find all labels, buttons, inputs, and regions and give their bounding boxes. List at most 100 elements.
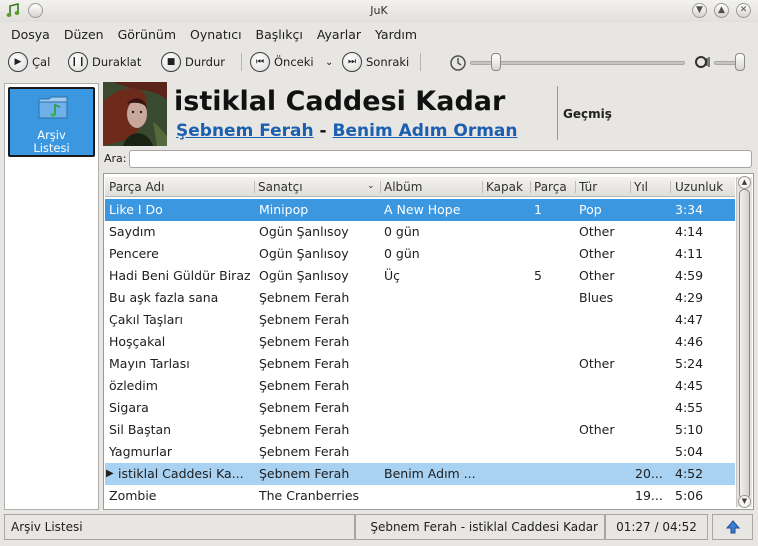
- menu-oynatici[interactable]: Oynatıcı: [183, 27, 249, 42]
- column-separator[interactable]: [575, 181, 576, 193]
- cell-artist: Şebnem Ferah: [259, 378, 350, 393]
- status-now-playing: Şebnem Ferah - istiklal Caddesi Kadar: [355, 514, 605, 540]
- track-position-handle[interactable]: [490, 53, 501, 71]
- menu-dosya[interactable]: Dosya: [4, 27, 57, 42]
- stop-label: Durdur: [185, 55, 225, 69]
- table-row[interactable]: Zombie The Cranberries 19... 5:06: [105, 485, 735, 507]
- minimize-button[interactable]: ▼: [692, 3, 707, 18]
- cell-title: özledim: [109, 378, 158, 393]
- table-row[interactable]: Mayın Tarlası Şebnem Ferah Other 5:24: [105, 353, 735, 375]
- pause-button[interactable]: ❙❙ Duraklat: [68, 51, 141, 73]
- column-separator[interactable]: [254, 181, 255, 193]
- cell-title: Sigara: [109, 400, 149, 415]
- cell-track: 5: [534, 268, 542, 283]
- cell-album: A New Hope: [384, 202, 461, 217]
- cell-album: 0 gün: [384, 246, 420, 261]
- cell-artist: Minipop: [259, 202, 309, 217]
- column-header-artist[interactable]: Sanatçı: [258, 180, 303, 194]
- column-separator[interactable]: [630, 181, 631, 193]
- cell-year: 20...: [635, 466, 663, 481]
- jump-to-playing-button[interactable]: [712, 514, 753, 540]
- cell-length: 5:10: [675, 422, 704, 437]
- table-row[interactable]: özledim Şebnem Ferah 4:45: [105, 375, 735, 397]
- scroll-up-icon[interactable]: ▲: [738, 176, 751, 189]
- column-header-genre[interactable]: Tür: [579, 180, 597, 194]
- table-row[interactable]: Sil Baştan Şebnem Ferah Other 5:10: [105, 419, 735, 441]
- now-playing-subtitle: Şebnem Ferah - Benim Adım Orman: [176, 121, 518, 141]
- previous-dropdown-button[interactable]: ⌄: [325, 51, 333, 73]
- cell-genre: Other: [579, 356, 615, 371]
- menu-basliki[interactable]: Başlıkçı: [249, 27, 310, 42]
- volume-handle[interactable]: [735, 53, 745, 71]
- menu-yardim[interactable]: Yardım: [368, 27, 424, 42]
- column-header-cover[interactable]: Kapak: [486, 180, 523, 194]
- menu-gorunum[interactable]: Görünüm: [111, 27, 183, 42]
- cell-artist: Şebnem Ferah: [259, 312, 350, 327]
- next-icon: ⏭: [342, 52, 362, 72]
- stop-icon: ■: [161, 52, 181, 72]
- column-separator[interactable]: [670, 181, 671, 193]
- toolbar-separator: [241, 53, 242, 71]
- column-separator[interactable]: [482, 181, 483, 193]
- history-label[interactable]: Geçmiş: [563, 107, 612, 121]
- previous-button[interactable]: ⏮ Önceki: [250, 51, 314, 73]
- stop-button[interactable]: ■ Durdur: [161, 51, 225, 73]
- cell-artist: Ogün Şanlısoy: [259, 246, 349, 261]
- table-row[interactable]: Like I Do Minipop A New Hope 1 Pop 3:34: [105, 199, 735, 221]
- column-header-album[interactable]: Albüm: [384, 180, 422, 194]
- close-button[interactable]: ✕: [736, 3, 751, 18]
- table-row[interactable]: Pencere Ogün Şanlısoy 0 gün Other 4:11: [105, 243, 735, 265]
- table-row[interactable]: Hadi Beni Güldür Biraz Ogün Şanlısoy Üç 5 Ot…: [105, 265, 735, 287]
- cell-artist: Şebnem Ferah: [259, 444, 350, 459]
- table-row[interactable]: istiklal Caddesi Ka... Şebnem Ferah Benim …: [105, 463, 735, 485]
- now-playing-divider: [557, 86, 558, 140]
- table-row[interactable]: Çakıl Taşları Şebnem Ferah 4:47: [105, 309, 735, 331]
- table-row[interactable]: Hoşçakal Şebnem Ferah 4:46: [105, 331, 735, 353]
- column-separator[interactable]: [380, 181, 381, 193]
- cell-genre: Other: [579, 422, 615, 437]
- now-playing-artist-link[interactable]: Şebnem Ferah: [176, 121, 314, 141]
- now-playing-album-link[interactable]: Benim Adım Orman: [333, 121, 518, 141]
- play-icon: ▶: [8, 52, 28, 72]
- track-position-slider[interactable]: [470, 61, 685, 65]
- pause-icon: ❙❙: [68, 52, 88, 72]
- toolbar: ▶ Çal ❙❙ Duraklat ■ Durdur ⏮ Önceki ⌄ ⏭ …: [0, 47, 758, 77]
- maximize-button[interactable]: ▲: [714, 3, 729, 18]
- menu-ayarlar[interactable]: Ayarlar: [310, 27, 368, 42]
- cell-title: Hoşçakal: [109, 334, 166, 349]
- table-row[interactable]: Sigara Şebnem Ferah 4:55: [105, 397, 735, 419]
- cell-length: 4:52: [675, 466, 704, 481]
- scroll-down-icon[interactable]: ▼: [738, 495, 751, 508]
- next-button[interactable]: ⏭ Sonraki: [342, 51, 409, 73]
- cell-length: 4:59: [675, 268, 704, 283]
- search-input[interactable]: [129, 150, 752, 168]
- cell-track: 1: [534, 202, 542, 217]
- column-separator[interactable]: [530, 181, 531, 193]
- column-header-length[interactable]: Uzunluk: [675, 180, 723, 194]
- table-scrollbar[interactable]: ▲ ▼: [736, 176, 752, 508]
- scrollbar-thumb[interactable]: [739, 189, 750, 499]
- music-folder-icon: [38, 96, 68, 119]
- table-row[interactable]: Saydım Ogün Şanlısoy 0 gün Other 4:14: [105, 221, 735, 243]
- cell-title: Hadi Beni Güldür Biraz: [109, 268, 250, 283]
- cell-length: 4:47: [675, 312, 704, 327]
- sidebar-item-collection[interactable]: Arşiv Listesi: [8, 87, 95, 157]
- cell-length: 4:45: [675, 378, 704, 393]
- previous-label: Önceki: [274, 55, 314, 69]
- menu-duzen[interactable]: Düzen: [57, 27, 111, 42]
- table-row[interactable]: Yagmurlar Şebnem Ferah 5:04: [105, 441, 735, 463]
- window-title: JuK: [370, 4, 388, 17]
- table-row[interactable]: Bu aşk fazla sana Şebnem Ferah Blues 4:29: [105, 287, 735, 309]
- now-playing-marker-icon: ▶: [106, 468, 114, 479]
- cell-album: 0 gün: [384, 224, 420, 239]
- cell-year: 19...: [635, 488, 663, 503]
- cell-genre: Other: [579, 246, 615, 261]
- cell-length: 3:34: [675, 202, 704, 217]
- column-header-year[interactable]: Yıl: [634, 180, 648, 194]
- cell-artist: Şebnem Ferah: [259, 356, 350, 371]
- column-header-title[interactable]: Parça Adı: [109, 180, 164, 194]
- cell-title: Bu aşk fazla sana: [109, 290, 219, 305]
- play-button[interactable]: ▶ Çal: [8, 51, 50, 73]
- track-position-icon: [450, 55, 466, 71]
- column-header-track[interactable]: Parça: [534, 180, 567, 194]
